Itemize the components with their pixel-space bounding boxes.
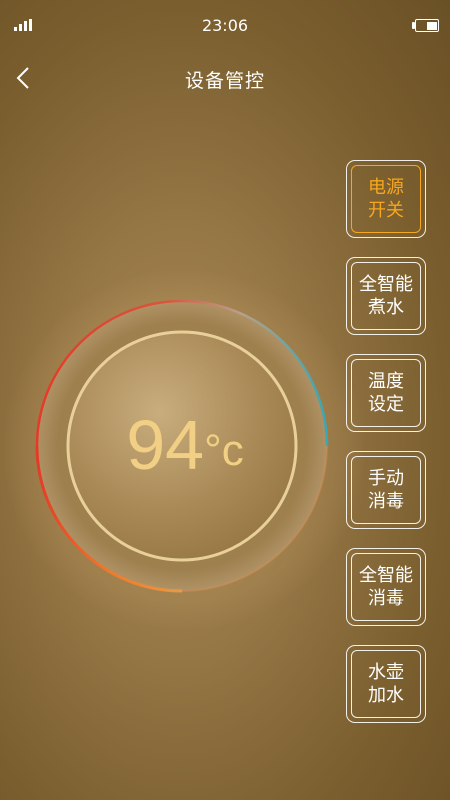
nav-bar: 设备管控 bbox=[0, 52, 450, 106]
smart-boil-label: 全智能 煮水 bbox=[351, 262, 421, 330]
power-switch-label: 电源 开关 bbox=[351, 165, 421, 233]
page-title: 设备管控 bbox=[184, 70, 265, 92]
temperature-readout: 94°c bbox=[90, 400, 280, 490]
temperature-value: 94 bbox=[126, 406, 205, 484]
temperature-setting-button[interactable]: 温度 设定 bbox=[346, 354, 426, 432]
status-time: 23:06 bbox=[201, 16, 249, 35]
battery-icon bbox=[412, 19, 440, 32]
kettle-add-water-button[interactable]: 水壶 加水 bbox=[346, 645, 426, 723]
temperature-unit: °c bbox=[204, 426, 244, 475]
manual-sterilize-button[interactable]: 手动 消毒 bbox=[346, 451, 426, 529]
smart-boil-button[interactable]: 全智能 煮水 bbox=[346, 257, 426, 335]
temperature-setting-label: 温度 设定 bbox=[351, 359, 421, 427]
smart-sterilize-button[interactable]: 全智能 消毒 bbox=[346, 548, 426, 626]
manual-sterilize-label: 手动 消毒 bbox=[351, 456, 421, 524]
kettle-add-water-label: 水壶 加水 bbox=[351, 650, 421, 718]
smart-sterilize-label: 全智能 消毒 bbox=[351, 553, 421, 621]
status-bar: 23:06 bbox=[0, 0, 450, 52]
power-switch-button[interactable]: 电源 开关 bbox=[346, 160, 426, 238]
